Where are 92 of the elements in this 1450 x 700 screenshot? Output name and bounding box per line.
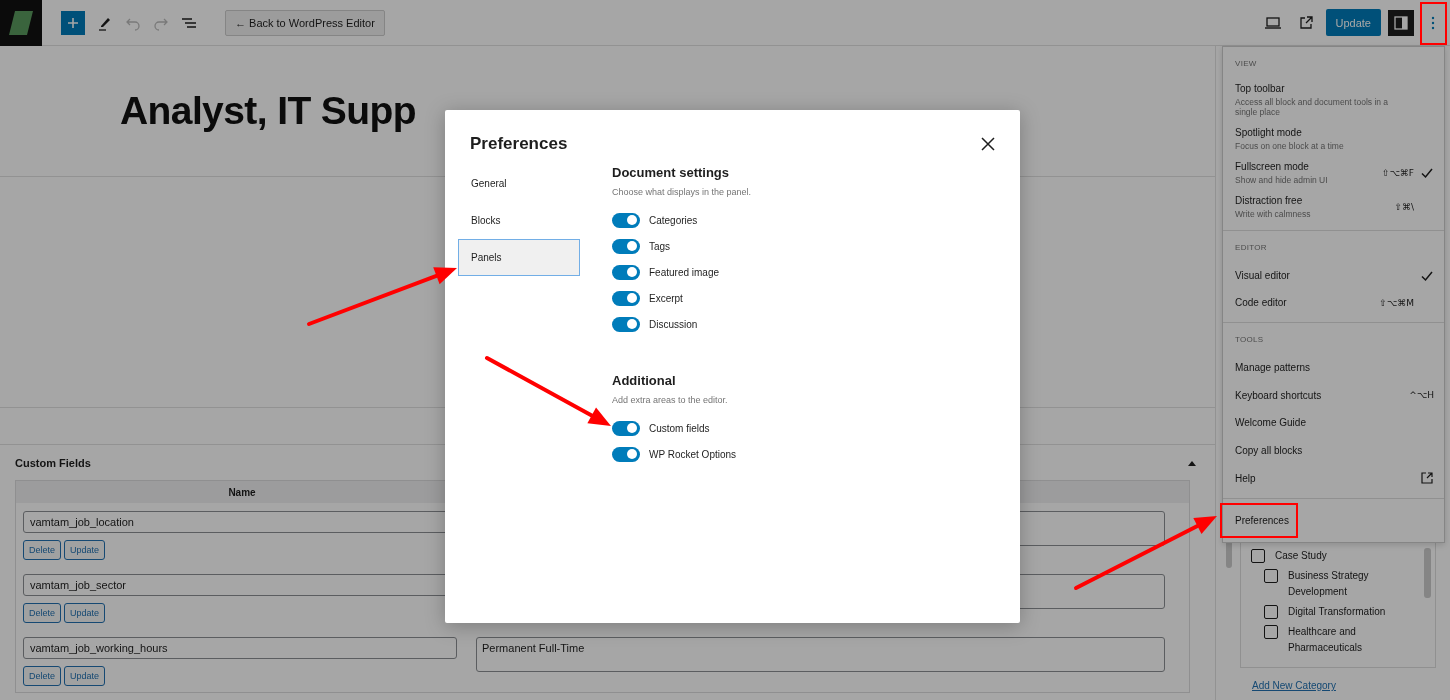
- preferences-tab[interactable]: Blocks: [458, 202, 580, 239]
- menu-item[interactable]: Spotlight mode Focus on one block at a time: [1223, 122, 1444, 156]
- annotation-box: [1420, 2, 1447, 45]
- field-action-button[interactable]: Update: [64, 603, 106, 623]
- toggle-label: Categories: [649, 214, 698, 226]
- toggle-label: Excerpt: [649, 292, 683, 304]
- menu-section-heading: VIEW: [1234, 58, 1258, 70]
- scrollbar[interactable]: [1424, 548, 1431, 598]
- panel-title: Custom Fields: [15, 456, 91, 469]
- menu-item[interactable]: Top toolbar Access all block and document tools in a single place: [1223, 78, 1444, 122]
- checkbox[interactable]: [1264, 569, 1278, 583]
- menu-item-label: Manage patterns: [1235, 362, 1312, 374]
- menu-item-description: Write with calmness: [1235, 209, 1312, 219]
- menu-item-description: Access all block and document tools in a single place: [1235, 97, 1390, 117]
- menu-item-description: Focus on one block at a time: [1235, 141, 1345, 151]
- toggle-switch[interactable]: [612, 420, 640, 436]
- update-button[interactable]: Update: [1325, 9, 1381, 36]
- menu-item[interactable]: Help: [1223, 464, 1444, 492]
- category-label: Case Study: [1275, 549, 1328, 563]
- checkbox[interactable]: [1251, 549, 1265, 563]
- name-field[interactable]: vamtam_job_working_hours: [23, 637, 457, 659]
- settings-sidebar-button[interactable]: [1388, 9, 1414, 36]
- toggle-label: Featured image: [649, 266, 720, 278]
- menu-section-heading: EDITOR: [1234, 242, 1268, 254]
- menu-item-label: Distraction free: [1235, 195, 1304, 206]
- toggle-switch[interactable]: [612, 446, 640, 462]
- field-action-button[interactable]: Update: [64, 666, 106, 686]
- menu-item-label: Code editor: [1235, 297, 1288, 308]
- external-link-icon: [1420, 471, 1434, 486]
- menu-item[interactable]: Manage patterns: [1223, 354, 1444, 382]
- column-header: Name: [228, 486, 256, 498]
- section-description: Choose what displays in the panel.: [612, 187, 752, 197]
- keyboard-shortcut: ⇧⌥⌘F: [1381, 168, 1414, 178]
- section-heading: Document settings: [612, 165, 730, 182]
- menu-item-label: Spotlight mode: [1235, 127, 1303, 138]
- toggle-switch[interactable]: [612, 264, 640, 280]
- logo-icon: [8, 9, 34, 36]
- menu-item-label: Welcome Guide: [1235, 417, 1307, 429]
- add-block-button[interactable]: [61, 10, 85, 35]
- section-heading: Additional: [612, 373, 677, 390]
- toggle-label: WP Rocket Options: [649, 448, 737, 460]
- toggle-switch[interactable]: [612, 212, 640, 228]
- checkbox[interactable]: [1264, 625, 1278, 639]
- back-to-editor-button[interactable]: ← Back to WordPress Editor: [225, 9, 385, 36]
- dialog-title: Preferences: [470, 134, 568, 154]
- category-label: Business Strategy Development: [1288, 569, 1370, 599]
- keyboard-shortcut: ^⌥H: [1409, 390, 1434, 401]
- menu-item[interactable]: Preferences: [1223, 506, 1444, 534]
- menu-item-description: Show and hide admin UI: [1235, 175, 1329, 185]
- toggle-label: Tags: [649, 240, 671, 252]
- menu-item-label: Top toolbar: [1235, 83, 1286, 94]
- menu-item[interactable]: Fullscreen mode Show and hide admin UI ⇧⌥⌘F: [1223, 156, 1444, 190]
- menu-item-label: Keyboard shortcuts: [1235, 389, 1323, 401]
- category-label: Digital Transformation: [1288, 605, 1387, 619]
- external-link-icon[interactable]: [1297, 14, 1314, 31]
- menu-section-heading: TOOLS: [1234, 334, 1265, 346]
- add-category-link[interactable]: Add New Category: [1252, 680, 1336, 691]
- menu-item[interactable]: Code editor ⇧⌥⌘M: [1223, 289, 1444, 316]
- menu-item-label: Preferences: [1235, 514, 1289, 526]
- menu-item-label: Copy all blocks: [1235, 445, 1304, 457]
- checkbox[interactable]: [1264, 605, 1278, 619]
- field-action-button[interactable]: Delete: [23, 540, 61, 560]
- preferences-tab[interactable]: Panels: [458, 239, 580, 276]
- menu-item[interactable]: Keyboard shortcuts ^⌥H: [1223, 381, 1444, 410]
- field-action-button[interactable]: Update: [64, 540, 106, 560]
- close-icon: [981, 137, 995, 151]
- menu-item-label: Help: [1235, 472, 1257, 484]
- keyboard-shortcut: ⇧⌥⌘M: [1379, 297, 1414, 308]
- value-field[interactable]: Permanent Full-Time: [476, 637, 1165, 672]
- menu-item[interactable]: Visual editor: [1223, 262, 1444, 289]
- toggle-label: Discussion: [649, 318, 698, 330]
- category-label: Healthcare and Pharmaceuticals: [1288, 625, 1363, 655]
- laptop-icon[interactable]: [1263, 15, 1282, 30]
- menu-item[interactable]: Welcome Guide: [1223, 409, 1444, 437]
- toggle-switch[interactable]: [612, 316, 640, 332]
- field-action-button[interactable]: Delete: [23, 603, 61, 623]
- preferences-tab[interactable]: General: [458, 165, 580, 202]
- plus-icon: [67, 16, 79, 29]
- caret-up-icon[interactable]: [1188, 459, 1196, 466]
- menu-item[interactable]: Copy all blocks: [1223, 436, 1444, 465]
- toggle-label: Custom fields: [649, 422, 710, 434]
- section-description: Add extra areas to the editor.: [612, 395, 729, 405]
- menu-item-label: Visual editor: [1235, 270, 1291, 281]
- post-title[interactable]: Analyst, IT Supp: [120, 89, 416, 133]
- toggle-switch[interactable]: [612, 238, 640, 254]
- vertical-dots-icon: [1431, 15, 1435, 30]
- sidebar-icon: [1394, 15, 1408, 30]
- toggle-switch[interactable]: [612, 290, 640, 306]
- menu-item[interactable]: Distraction free Write with calmness ⇧⌘\: [1223, 190, 1444, 224]
- menu-item-label: Fullscreen mode: [1235, 161, 1310, 172]
- field-action-button[interactable]: Delete: [23, 666, 61, 686]
- keyboard-shortcut: ⇧⌘\: [1394, 202, 1414, 212]
